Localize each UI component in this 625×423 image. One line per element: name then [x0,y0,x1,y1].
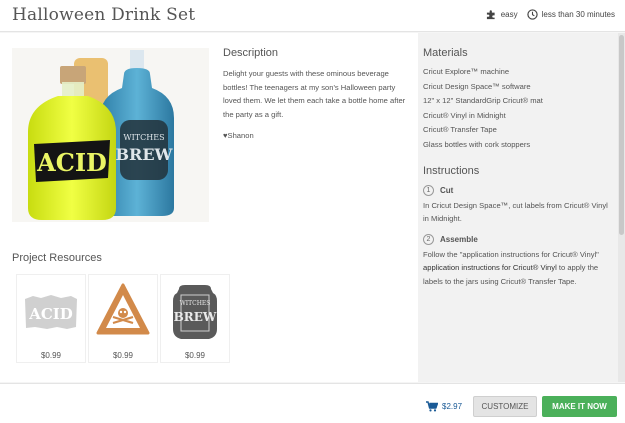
difficulty-label: easy [500,10,518,19]
materials-heading: Materials [423,47,468,59]
cart-price[interactable]: $2.97 [426,401,462,412]
step-number: 1 [423,185,434,196]
step-title: Cut [440,186,454,195]
material-item: Cricut Explore™ machine [423,67,510,76]
witches-brew-label-icon: WITCHES BREW [173,285,217,339]
author-line: ♥Shanon [223,131,254,140]
step-number: 2 [423,234,434,245]
application-instructions-link[interactable]: application instructions for Cricut® Vin… [423,263,557,272]
resources-heading: Project Resources [12,252,102,264]
scrollbar-thumb[interactable] [619,35,624,235]
acid-text: ACID [36,148,107,177]
puzzle-icon [486,10,495,20]
acid-label-icon: ACID [25,295,77,329]
resource-price: $0.99 [184,351,206,360]
resource-card-witches-brew[interactable]: WITCHES BREW $0.99 [160,274,230,363]
scrollbar[interactable] [618,33,625,382]
brew-text: BREW [116,145,174,164]
description-text: Delight your guests with these ominous b… [223,69,406,119]
witches-text: WITCHES [123,133,164,142]
material-item: 12" x 12" StandardGrip Cricut® mat [423,96,543,106]
material-item: Cricut® Transfer Tape [423,125,497,135]
cart-icon [426,401,438,412]
customize-button[interactable]: CUSTOMIZE [473,396,537,417]
time-label: less than 30 minutes [541,10,615,19]
brew-mini: BREW [174,310,217,324]
resource-price: $0.99 [112,351,134,360]
step-1-header: 1 Cut [423,185,453,196]
description-heading: Description [223,47,279,59]
project-header: Halloween Drink Set easy less than 30 mi… [0,0,625,32]
page-title: Halloween Drink Set [12,5,196,25]
instructions-heading: Instructions [423,165,480,177]
witches-mini: WITCHES [180,300,211,307]
material-item: Glass bottles with cork stoppers [423,139,531,149]
resource-card-acid[interactable]: ACID $0.99 [16,274,86,363]
action-footer: $2.97 CUSTOMIZE MAKE IT NOW [0,383,625,423]
resource-card-poison[interactable]: $0.99 [88,274,158,363]
author-name: Shanon [227,131,254,140]
clock-icon [526,9,538,20]
step-1-text: In Cricut Design Space™, cut labels from… [423,201,608,224]
poison-triangle-icon [96,283,150,335]
material-item: Cricut Design Space™ software [423,81,531,91]
project-photo: WITCHES BREW ACID [12,48,209,222]
step-2-header: 2 Assemble [423,234,478,245]
step-title: Assemble [440,235,478,244]
make-it-now-button[interactable]: MAKE IT NOW [542,396,617,417]
material-item: Cricut® Vinyl in Midnight [423,110,506,120]
total-price: $2.97 [442,402,463,411]
resource-price: $0.99 [40,351,62,360]
project-meta: easy less than 30 minutes [486,9,615,20]
step-2-text: Follow the "application instructions for… [423,248,613,288]
resource-art-text: ACID [28,305,73,323]
materials-list: Cricut Explore™ machine Cricut Design Sp… [423,65,613,153]
step-2-text-a: Follow the "application instructions for… [423,250,599,259]
